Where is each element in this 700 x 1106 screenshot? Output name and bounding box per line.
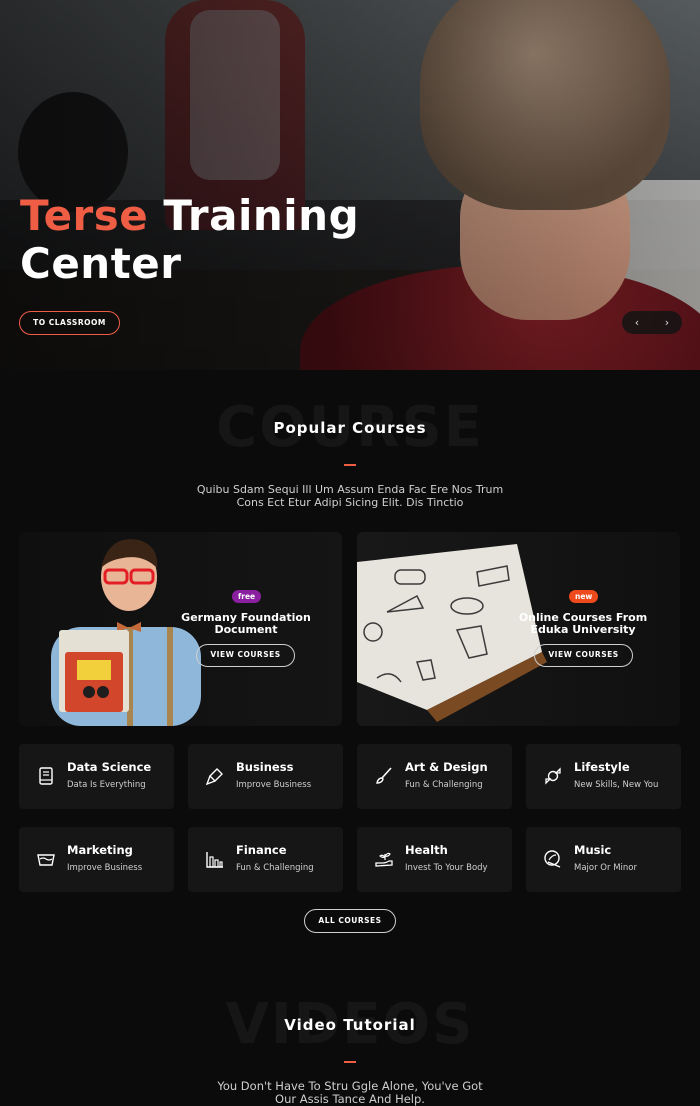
category-subtitle: Data Is Everything bbox=[67, 780, 146, 790]
category-title: Data Science bbox=[67, 760, 152, 774]
courses-section-title: Popular Courses bbox=[273, 419, 427, 437]
promo-title-line2: Eduka University bbox=[530, 623, 636, 636]
videos-section-title: Video Tutorial bbox=[284, 1016, 416, 1034]
slider-controls: ‹ › bbox=[622, 311, 682, 334]
hero-title-rest: Training bbox=[163, 191, 360, 240]
category-title: Marketing bbox=[67, 843, 133, 857]
category-subtitle: Improve Business bbox=[67, 863, 143, 873]
category-title: Finance bbox=[236, 843, 287, 857]
category-title: Business bbox=[236, 760, 294, 774]
to-classroom-button[interactable]: TO CLASSROOM bbox=[19, 311, 120, 335]
view-courses-button[interactable]: VIEW COURSES bbox=[196, 644, 295, 667]
category-title: Lifestyle bbox=[574, 760, 630, 774]
promo-title-line2: Document bbox=[214, 623, 278, 636]
promo-badge-new: new bbox=[569, 590, 599, 603]
brush-icon bbox=[205, 768, 223, 786]
hero-title-line2: Center bbox=[20, 239, 182, 288]
candy-icon bbox=[545, 767, 561, 785]
category-card-lifestyle[interactable]: Lifestyle New Skills, New You bbox=[526, 744, 681, 809]
slider-next-icon[interactable]: › bbox=[665, 316, 669, 329]
category-subtitle: Improve Business bbox=[236, 780, 312, 790]
category-subtitle: Major Or Minor bbox=[574, 863, 637, 873]
category-subtitle: Fun & Challenging bbox=[405, 780, 483, 790]
category-title: Music bbox=[574, 843, 612, 857]
courses-section-subtitle: Quibu Sdam Sequi Ill Um Assum Enda Fac E… bbox=[0, 483, 700, 509]
category-card-health[interactable]: Health Invest To Your Body bbox=[357, 827, 512, 892]
category-card-music[interactable]: Music Major Or Minor bbox=[526, 827, 681, 892]
category-card-marketing[interactable]: Marketing Improve Business bbox=[19, 827, 174, 892]
courses-subtitle-line1: Quibu Sdam Sequi Ill Um Assum Enda Fac E… bbox=[196, 483, 504, 496]
promo-badge-free: free bbox=[232, 590, 262, 603]
videos-title-divider bbox=[344, 1061, 356, 1063]
promo-card-eduka[interactable]: new Online Courses From Eduka University… bbox=[357, 532, 680, 726]
courses-subtitle-line2: Cons Ect Etur Adipi Sicing Elit. Dis Tin… bbox=[236, 496, 464, 509]
hero-title-accent: Terse bbox=[20, 191, 149, 240]
category-title: Art & Design bbox=[405, 760, 488, 774]
book-icon bbox=[39, 767, 53, 785]
category-card-art-design[interactable]: Art & Design Fun & Challenging bbox=[357, 744, 512, 809]
basket-icon bbox=[37, 854, 55, 866]
videos-section-subtitle: You Don't Have To Stru Ggle Alone, You'v… bbox=[0, 1080, 700, 1106]
promo-card-germany[interactable]: free Germany Foundation Document VIEW CO… bbox=[19, 532, 342, 726]
category-subtitle: New Skills, New You bbox=[574, 780, 659, 790]
paintbrush-icon bbox=[376, 767, 392, 784]
hero-title: Terse Training Center bbox=[20, 192, 359, 288]
bar-chart-icon bbox=[206, 852, 223, 868]
slider-prev-icon[interactable]: ‹ bbox=[635, 316, 639, 329]
category-title: Health bbox=[405, 843, 448, 857]
courses-title-divider bbox=[344, 464, 356, 466]
category-subtitle: Invest To Your Body bbox=[405, 863, 488, 873]
all-courses-button[interactable]: ALL COURSES bbox=[304, 909, 396, 933]
category-card-data-science[interactable]: Data Science Data Is Everything bbox=[19, 744, 174, 809]
promo-title-germany: Germany Foundation Document bbox=[171, 612, 321, 636]
leaf-icon bbox=[544, 850, 561, 868]
hand-plant-icon bbox=[375, 852, 393, 867]
category-card-business[interactable]: Business Improve Business bbox=[188, 744, 343, 809]
category-subtitle: Fun & Challenging bbox=[236, 863, 314, 873]
view-courses-button[interactable]: VIEW COURSES bbox=[534, 644, 633, 667]
category-card-finance[interactable]: Finance Fun & Challenging bbox=[188, 827, 343, 892]
promo-title-eduka: Online Courses From Eduka University bbox=[508, 612, 658, 636]
